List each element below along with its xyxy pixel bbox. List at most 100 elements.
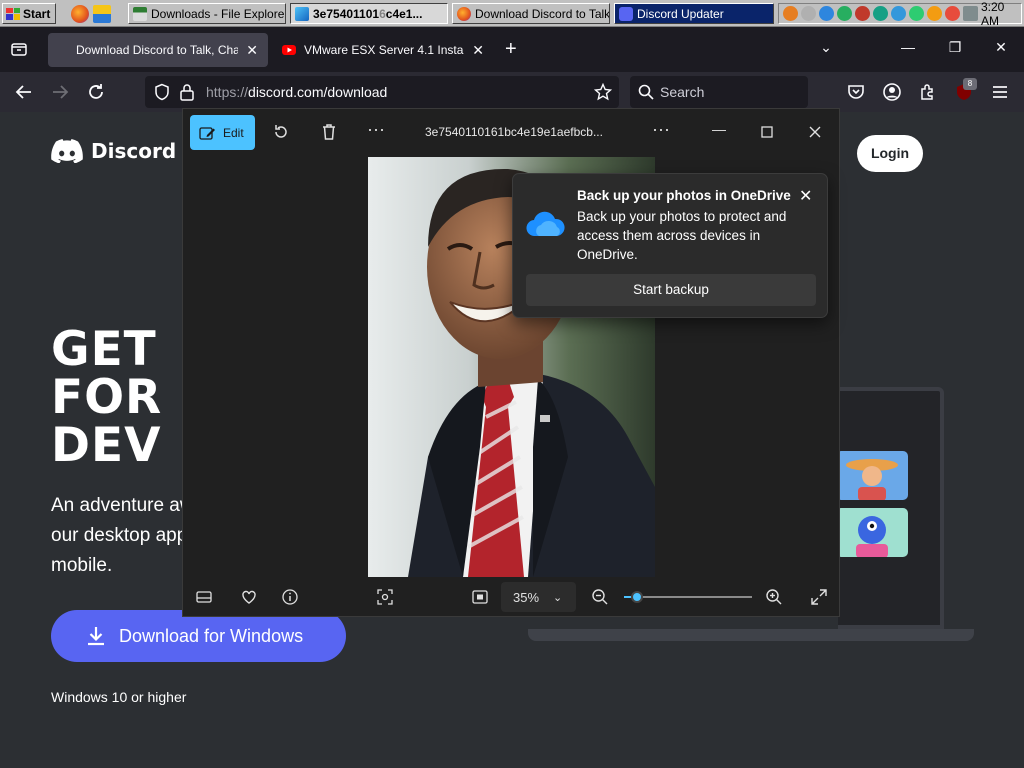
viewer-bottom-toolbar: 35% ⌄ <box>183 577 839 616</box>
lock-icon[interactable] <box>179 83 195 101</box>
visual-search-icon[interactable] <box>375 587 395 607</box>
url-bar[interactable]: https://discord.com/download <box>145 76 619 108</box>
hero-heading-line: DEV <box>51 418 162 473</box>
edit-button[interactable]: Edit <box>190 115 255 150</box>
fullscreen-icon[interactable] <box>809 587 829 607</box>
rotate-icon[interactable] <box>271 122 291 142</box>
download-for-windows-button[interactable]: Download for Windows <box>51 610 346 662</box>
start-backup-button[interactable]: Start backup <box>526 274 816 306</box>
login-button[interactable]: Login <box>857 135 923 172</box>
clock: 3:20 AM <box>981 0 1005 28</box>
taskbar-button-file-explorer[interactable]: Downloads - File Explorer <box>128 3 286 24</box>
download-icon <box>88 627 104 646</box>
hero-subtext-line: mobile. <box>51 555 113 576</box>
discord-icon <box>619 6 633 21</box>
taskbar-button-discord-updater[interactable]: Discord Updater <box>614 3 774 24</box>
delete-icon[interactable] <box>319 122 339 142</box>
hero-subtext-line: our desktop app <box>51 525 188 546</box>
account-icon[interactable] <box>882 82 902 102</box>
app-tray-icon[interactable] <box>891 6 906 21</box>
zoom-level-dropdown[interactable]: 35% ⌄ <box>501 582 576 612</box>
popup-message: Back up your photos to protect and acces… <box>577 209 787 262</box>
list-all-tabs-icon[interactable]: ⌄ <box>816 39 836 56</box>
favorite-heart-icon[interactable] <box>239 587 259 607</box>
onedrive-backup-popup: Back up your photos in OneDrive Back up … <box>512 173 828 318</box>
zoom-out-icon[interactable] <box>590 587 610 607</box>
edit-label: Edit <box>223 125 244 140</box>
new-tab-icon[interactable]: + <box>505 39 517 59</box>
extensions-icon[interactable] <box>918 82 938 102</box>
more-options-icon[interactable]: ··· <box>366 119 386 139</box>
onedrive-cloud-icon <box>526 211 565 237</box>
close-tab-icon[interactable]: ✕ <box>246 42 258 59</box>
windows-logo-icon <box>6 7 20 20</box>
avatar-card-illustration <box>836 508 908 557</box>
close-window-icon[interactable]: ✕ <box>991 39 1011 56</box>
close-icon[interactable] <box>805 122 825 142</box>
firefox-quicklaunch-icon[interactable] <box>71 5 89 23</box>
bookmark-star-icon[interactable] <box>594 83 612 101</box>
filmstrip-icon[interactable] <box>194 587 214 607</box>
close-tab-icon[interactable]: ✕ <box>472 42 484 59</box>
search-tray-icon[interactable] <box>783 6 798 21</box>
taskbar-button-label: Download Discord to Talk... <box>475 6 610 21</box>
forward-icon[interactable] <box>50 82 70 102</box>
taskbar-button-label: Discord Updater <box>637 6 724 21</box>
maximize-icon[interactable] <box>757 122 777 142</box>
tab-vmware[interactable]: VMware ESX Server 4.1 Install - ✕ <box>272 33 494 67</box>
app-tray-icon[interactable] <box>837 6 852 21</box>
volume-muted-icon[interactable] <box>963 6 978 21</box>
bluetooth-tray-icon[interactable] <box>819 6 834 21</box>
taskbar: Start Downloads - File Explorer 3e754011… <box>0 0 1024 28</box>
tab-title: Download Discord to Talk, Chat <box>76 43 239 57</box>
navigation-toolbar: https://discord.com/download Search 8 <box>0 72 1024 112</box>
hero-heading-line: FOR <box>51 370 163 425</box>
back-icon[interactable] <box>14 82 34 102</box>
search-icon <box>638 84 654 100</box>
app-tray-icon[interactable] <box>855 6 870 21</box>
download-folder-icon <box>133 6 147 21</box>
zoom-slider[interactable] <box>624 591 752 603</box>
youtube-icon <box>282 45 296 55</box>
image-filename: 3e7540110161bc4e19e1aefbcb... <box>425 125 603 139</box>
zoom-slider-thumb[interactable] <box>630 591 643 603</box>
taskbar-button-firefox[interactable]: Download Discord to Talk... <box>452 3 610 24</box>
zoom-value: 35% <box>513 589 540 605</box>
network-tray-icon[interactable] <box>801 6 816 21</box>
search-input[interactable]: Search <box>630 76 808 108</box>
app-tray-icon[interactable] <box>873 6 888 21</box>
url-domain: discord.com/download <box>248 84 388 100</box>
tab-overview-icon[interactable] <box>10 40 28 58</box>
firefox-icon <box>457 6 471 21</box>
update-tray-icon[interactable] <box>909 6 924 21</box>
zoom-in-icon[interactable] <box>764 587 784 607</box>
taskbar-button-label: 3e754011016c4e1... <box>313 6 423 21</box>
tab-strip: Download Discord to Talk, Chat ✕ VMware … <box>0 27 1024 72</box>
tab-discord-download[interactable]: Download Discord to Talk, Chat ✕ <box>48 33 268 67</box>
minimize-icon[interactable]: — <box>709 121 729 141</box>
menu-icon[interactable] <box>990 82 1010 102</box>
pocket-icon[interactable] <box>846 82 866 102</box>
taskbar-button-photos[interactable]: 3e754011016c4e1... <box>290 3 448 24</box>
app-tray-icon[interactable] <box>945 6 960 21</box>
actual-size-icon[interactable] <box>470 587 490 607</box>
discord-brand-text: Discord <box>91 139 177 163</box>
discord-logo[interactable]: Discord <box>51 139 176 163</box>
discord-logo-icon <box>51 139 83 163</box>
app-tray-icon[interactable] <box>927 6 942 21</box>
chevron-down-icon: ⌄ <box>553 591 563 604</box>
reload-icon[interactable] <box>86 82 106 102</box>
edit-image-icon <box>199 126 215 140</box>
restore-icon[interactable]: ❐ <box>945 39 965 56</box>
more-options-icon[interactable]: ··· <box>651 119 671 139</box>
file-explorer-quicklaunch-icon[interactable] <box>93 5 111 23</box>
start-button[interactable]: Start <box>2 3 56 24</box>
tab-title: VMware ESX Server 4.1 Install - <box>304 43 465 57</box>
info-icon[interactable] <box>280 587 300 607</box>
download-button-label: Download for Windows <box>119 625 304 646</box>
url-protocol: https:// <box>206 84 249 100</box>
minimize-icon[interactable]: — <box>898 39 918 55</box>
close-icon[interactable]: ✕ <box>799 186 812 206</box>
shield-icon[interactable] <box>153 83 171 101</box>
hero-heading-line: GET <box>51 322 157 377</box>
